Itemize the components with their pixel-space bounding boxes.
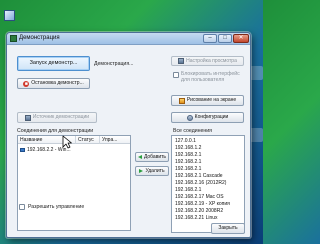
- list-item[interactable]: 192.168.2.20 2008R2: [175, 208, 223, 214]
- start-demo-button[interactable]: Запуск демонстр...: [17, 56, 90, 71]
- desktop-icon[interactable]: [250, 66, 263, 80]
- draw-on-screen-button[interactable]: Рисование на экране: [171, 95, 244, 106]
- stop-demo-label: Остановка демонстр...: [31, 80, 84, 86]
- configurations-button[interactable]: Конфигурации: [171, 112, 244, 123]
- list-item[interactable]: 127.0.0.1: [175, 138, 196, 144]
- add-button[interactable]: Добавить: [135, 152, 169, 162]
- column-header-control[interactable]: Упра...: [100, 136, 130, 144]
- window-title: Демонстрация: [19, 35, 60, 41]
- desktop-icon[interactable]: [4, 10, 15, 21]
- allow-control-label: Разрешить управление: [28, 204, 85, 210]
- close-label: Закрыть: [218, 225, 238, 231]
- gear-icon: [186, 114, 193, 121]
- all-connections-list[interactable]: 127.0.0.1 192.168.1.2 192.168.2.1 192.16…: [171, 135, 245, 233]
- block-input-label: Блокировать интерфейс для пользователя: [181, 71, 240, 83]
- list-item[interactable]: 192.168.2.16 (2012R2): [175, 180, 226, 186]
- list-item[interactable]: 192.168.1.2: [175, 145, 201, 151]
- demo-connections-title: Соединения для демонстрации: [17, 128, 94, 134]
- column-header-status[interactable]: Статус: [76, 136, 100, 144]
- minimize-button[interactable]: –: [203, 34, 217, 43]
- title-bar[interactable]: Демонстрация – □ ✕: [7, 33, 250, 45]
- demo-source-button[interactable]: Источник демонстрации: [17, 112, 97, 123]
- computer-icon: [20, 147, 25, 152]
- stop-demo-button[interactable]: ■ Остановка демонстр...: [17, 78, 90, 89]
- remove-button[interactable]: Удалить: [135, 166, 169, 176]
- close-button[interactable]: Закрыть: [211, 223, 245, 234]
- broadcast-settings-button[interactable]: Настройка просмотра: [171, 56, 244, 66]
- demo-connections-list[interactable]: Название Статус Упра... 192.168.2.2 - Wi…: [17, 135, 131, 231]
- list-item[interactable]: 192.168.2.1: [175, 152, 201, 158]
- arrow-right-icon: [139, 169, 144, 173]
- demo-window: Демонстрация – □ ✕ Запуск демонстр... Де…: [6, 32, 251, 238]
- stop-icon: ■: [23, 80, 30, 87]
- list-item[interactable]: 192.168.2.1 Cascade: [175, 173, 223, 179]
- list-item[interactable]: 192.168.2.1: [175, 187, 201, 193]
- monitor-icon: [24, 114, 31, 121]
- close-window-button[interactable]: ✕: [233, 34, 249, 43]
- add-label: Добавить: [143, 153, 167, 160]
- demo-status-label: Демонстрация...: [94, 61, 134, 67]
- settings-icon: [178, 58, 185, 64]
- arrow-left-icon: [137, 155, 142, 159]
- all-connections-title: Все соединения: [173, 128, 212, 134]
- app-icon: [10, 35, 17, 42]
- pencil-icon: [178, 97, 185, 104]
- desktop-icon[interactable]: [250, 128, 263, 142]
- mouse-pointer-icon: [62, 135, 72, 149]
- list-item[interactable]: 192.168.2.1: [175, 159, 201, 165]
- maximize-button[interactable]: □: [218, 34, 232, 43]
- broadcast-settings-label: Настройка просмотра: [186, 57, 237, 64]
- block-input-checkbox[interactable]: [173, 72, 179, 78]
- list-item[interactable]: 192.168.2.17 Mac OS: [175, 194, 224, 200]
- list-item[interactable]: 192.168.2.21 Linux: [175, 215, 218, 221]
- allow-control-checkbox[interactable]: [19, 204, 25, 210]
- start-demo-label: Запуск демонстр...: [29, 60, 78, 66]
- configurations-label: Конфигурации: [194, 114, 229, 120]
- draw-on-screen-label: Рисование на экране: [186, 97, 237, 103]
- remove-label: Удалить: [145, 167, 165, 174]
- list-item[interactable]: 192.168.2.1: [175, 166, 201, 172]
- list-item[interactable]: 192.168.2.19 - XP копия: [175, 201, 230, 207]
- demo-source-label: Источник демонстрации: [32, 114, 90, 120]
